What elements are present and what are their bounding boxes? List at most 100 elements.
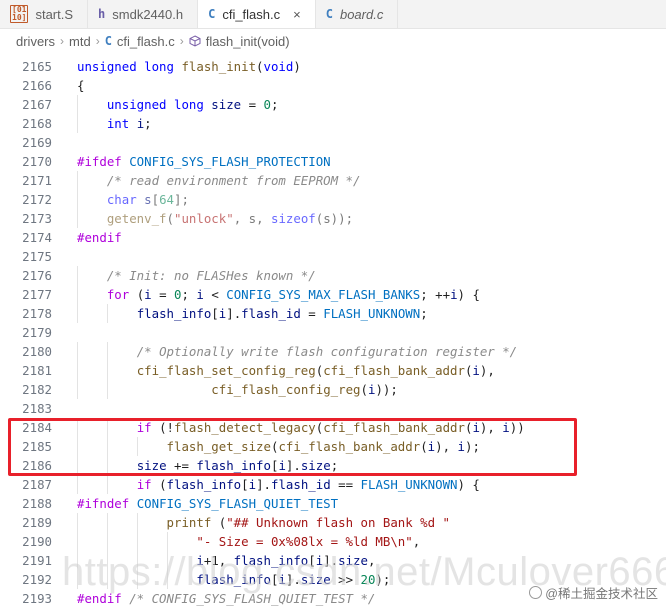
breadcrumb-item-file[interactable]: cfi_flash.c (117, 34, 175, 49)
code-token: flash_id (241, 306, 301, 321)
breadcrumb-item-symbol[interactable]: flash_init(void) (206, 34, 290, 49)
tab-cfi-flash-c[interactable]: Ccfi_flash.c × (198, 0, 316, 28)
tab-start-s[interactable]: [01 10] start.S (0, 0, 89, 28)
code-text: /* Optionally write flash configuration … (52, 342, 517, 361)
indent-guide (77, 361, 78, 380)
breadcrumb-separator: › (179, 34, 184, 48)
line-number: 2165 (22, 59, 52, 74)
breadcrumb-item-folder-drivers[interactable]: drivers (16, 34, 55, 49)
code-token: += (166, 458, 197, 473)
line-number: 2180 (22, 344, 52, 359)
code-text: /* Init: no FLASHes known */ (52, 266, 316, 285)
code-token: i (248, 477, 257, 492)
line-number: 2170 (22, 154, 52, 169)
code-line: 2186 size += flash_info[i].size; (0, 456, 666, 475)
code-token: = (151, 287, 175, 302)
close-icon[interactable]: × (293, 7, 301, 22)
line-number: 2186 (22, 458, 52, 473)
indent-guide (106, 418, 108, 437)
code-token: FLASH_UNKNOWN (360, 477, 458, 492)
code-token: if (136, 420, 152, 435)
code-token: [ (211, 306, 219, 321)
code-token: CONFIG_SYS_MAX_FLASH_BANKS (226, 287, 421, 302)
code-token: ; (420, 306, 428, 321)
code-token: i (427, 439, 436, 454)
site-badge: @稀土掘金技术社区 (529, 583, 658, 602)
indent-guide (106, 456, 108, 475)
code-token: getenv_f (106, 211, 167, 226)
indent-guide (77, 437, 78, 456)
code-token: flash_get_size (166, 439, 271, 454)
indent-guide (77, 266, 78, 285)
line-number: 2189 (22, 515, 52, 530)
code-text: flash_get_size(cfi_flash_bank_addr(i), i… (52, 437, 480, 456)
code-token: ( (360, 382, 368, 397)
code-token: /* Init: no FLASHes known */ (106, 268, 316, 283)
code-editor[interactable]: 2165 unsigned long flash_init(void) 2166{2… (0, 57, 666, 608)
tab-board-c[interactable]: Cboard.c (316, 0, 399, 28)
code-line: 2187 if (flash_info[i].flash_id == FLASH… (0, 475, 666, 494)
code-token: size (300, 458, 331, 473)
line-number: 2192 (22, 572, 52, 587)
indent-guide (166, 532, 168, 551)
line-number: 2185 (22, 439, 52, 454)
code-text: #endif (52, 228, 122, 247)
asm-file-icon: [01 10] (10, 5, 29, 23)
code-token: )) (509, 420, 525, 435)
line-number: 2166 (22, 78, 52, 93)
indent-guide (77, 285, 78, 304)
c-file-icon: C (325, 7, 333, 21)
indent-guide (77, 342, 78, 361)
code-line: 2166 { (0, 76, 666, 95)
site-badge-label: @稀土掘金技术社区 (545, 587, 658, 601)
code-token: ( (256, 59, 264, 74)
code-token: ; (330, 458, 339, 473)
code-token: cfi_flash_bank_addr (323, 363, 465, 378)
code-line: 2181 cfi_flash_set_config_reg(cfi_flash_… (0, 361, 666, 380)
code-line: 2173 getenv_f("unlock", s, sizeof(s)); (0, 209, 666, 228)
code-token: (s)); (315, 211, 354, 226)
code-text: unsigned long flash_init(void) (52, 57, 301, 76)
code-token: ), (479, 363, 495, 378)
editor-tab-bar: [01 10] start.S h smdk2440.h Ccfi_flash.c × Cbo… (0, 0, 666, 29)
line-number: 2179 (22, 325, 52, 340)
code-token: /* Optionally write flash configuration … (136, 344, 518, 359)
code-token: "- Size = 0x%08lx = %ld MB\n" (196, 534, 413, 549)
code-token: ; (181, 287, 197, 302)
breadcrumb-item-folder-mtd[interactable]: mtd (69, 34, 91, 49)
code-token: ; (144, 116, 152, 131)
indent-guide (106, 475, 108, 494)
code-token: i (472, 363, 480, 378)
indent-guide (77, 190, 78, 209)
code-text: getenv_f("unlock", s, sizeof(s)); (52, 209, 353, 228)
code-token: size (211, 97, 242, 112)
line-number: 2172 (22, 192, 52, 207)
code-token: ]. (226, 306, 242, 321)
code-token: ) (293, 59, 301, 74)
code-text: cfi_flash_config_reg(i)); (52, 380, 398, 399)
indent-guide (77, 209, 78, 228)
code-line: 2184 if (!flash_detect_legacy(cfi_flash_… (0, 418, 666, 437)
line-number: 2176 (22, 268, 52, 283)
code-token: ; (270, 97, 279, 112)
code-line: 2170 #ifdef CONFIG_SYS_FLASH_PROTECTION (0, 152, 666, 171)
line-number: 2169 (22, 135, 52, 150)
code-line: 2167 unsigned long size = 0; (0, 95, 666, 114)
code-token: CONFIG_SYS_FLASH_PROTECTION (129, 154, 331, 169)
tab-label: cfi_flash.c (222, 6, 281, 22)
code-token: ); (464, 439, 480, 454)
code-token: i (457, 439, 465, 454)
code-text: int i; (52, 114, 152, 133)
line-number: 2191 (22, 553, 52, 568)
indent-guide (106, 437, 108, 456)
h-file-icon: h (98, 7, 106, 21)
code-token: , (412, 534, 421, 549)
code-token: s (144, 192, 152, 207)
line-number: 2187 (22, 477, 52, 492)
code-token: , s, (233, 211, 271, 226)
tab-smdk2440-h[interactable]: h smdk2440.h (88, 0, 199, 28)
indent-guide (77, 418, 78, 437)
code-token: ), (479, 420, 503, 435)
